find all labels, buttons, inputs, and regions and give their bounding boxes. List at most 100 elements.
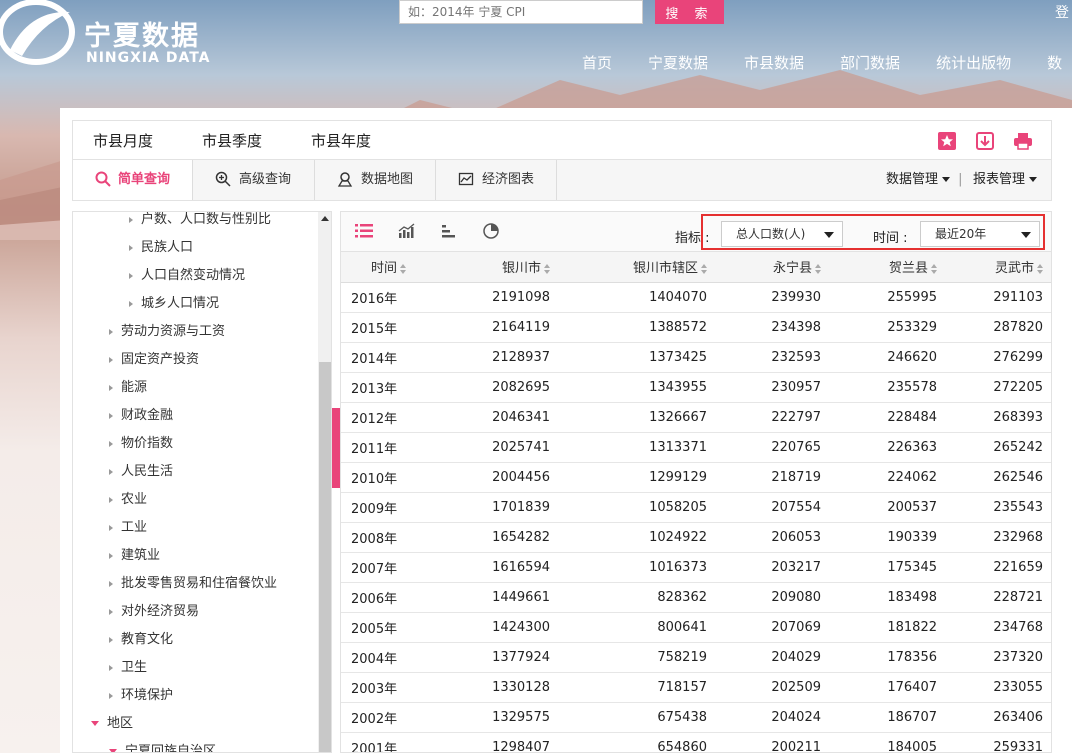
tree-item[interactable]: 农业 [109,488,147,507]
tree-item[interactable]: 固定资产投资 [109,348,199,367]
caret-down-icon [91,721,99,726]
value-cell: 1024922 [558,522,715,553]
tree-item[interactable]: 劳动力资源与工资 [109,320,225,339]
value-cell: 218719 [715,462,829,493]
report-management-dropdown[interactable]: 报表管理 [973,160,1038,200]
table-row: 2005年 1424300 800641 207069 181822 234768 [341,612,1051,643]
sort-icon[interactable] [1037,263,1043,274]
tree-item[interactable]: 宁夏回族自治区 [109,740,217,753]
sort-icon[interactable] [701,263,707,274]
site-logo[interactable]: 宁夏数据 NINGXIA DATA [0,0,230,70]
tree-item[interactable]: 建筑业 [109,544,160,563]
value-cell: 234398 [715,312,829,343]
value-cell: 1058205 [558,492,715,523]
tree-item[interactable]: 物价指数 [109,432,173,451]
login-link[interactable]: 登 [1055,2,1069,22]
column-header-label: 时间 [371,261,398,277]
value-cell: 200537 [829,492,945,523]
data-management-dropdown[interactable]: 数据管理 | [886,160,967,200]
scroll-up-arrow-icon[interactable] [321,216,329,221]
tree-item[interactable]: 财政金融 [109,404,173,423]
value-cell: 190339 [829,522,945,553]
column-header[interactable]: 贺兰县 [829,252,945,283]
sort-icon[interactable] [931,263,937,274]
simple-query-button[interactable]: 简单查询 [73,160,193,200]
column-header[interactable]: 银川市辖区 [558,252,715,283]
tree-item[interactable]: 工业 [109,516,147,535]
value-cell: 272205 [945,372,1051,403]
tree-item[interactable]: 教育文化 [109,628,173,647]
tree-item[interactable]: 地区 [91,712,133,731]
nav-ningxia-data[interactable]: 宁夏数据 [648,52,708,73]
tree-item-label: 人民生活 [121,464,174,479]
tree-item[interactable]: 人民生活 [109,460,173,479]
tree-item[interactable]: 户数、人口数与性别比 [129,212,271,227]
column-header[interactable]: 灵武市 [945,252,1051,283]
value-cell: 758219 [558,642,715,673]
main-panel: 市县月度 市县季度 市县年度 简单查询 高级查询 数据地图 经济图表 数据管理 … [60,108,1072,753]
table-row: 2010年 2004456 1299129 218719 224062 262546 [341,462,1051,493]
time-value: 最近20年 [935,227,987,241]
line-chart-icon[interactable] [398,223,416,239]
tree-item[interactable]: 能源 [109,376,147,395]
tree-item[interactable]: 对外经济贸易 [109,600,199,619]
economic-charts-button[interactable]: 经济图表 [436,160,557,200]
data-map-label: 数据地图 [361,172,414,187]
value-cell: 1404070 [558,282,715,313]
nav-city-county-data[interactable]: 市县数据 [744,52,804,73]
caret-right-icon [109,552,113,559]
search-button[interactable]: 搜 索 [655,0,724,24]
tree-item[interactable]: 人口自然变动情况 [129,264,245,283]
bar-chart-icon[interactable] [441,223,457,239]
column-header[interactable]: 银川市 [441,252,558,283]
pie-chart-icon[interactable] [483,223,499,239]
value-cell: 235578 [829,372,945,403]
indicator-select[interactable]: 总人口数(人) [721,221,843,247]
sidebar-scrollbar[interactable] [318,212,331,752]
tree-item-label: 农业 [121,492,148,507]
year-cell: 2001年 [341,732,441,752]
nav-more[interactable]: 数 [1047,52,1062,73]
tree-item[interactable]: 城乡人口情况 [129,292,219,311]
search-input[interactable] [399,0,643,24]
table-row: 2001年 1298407 654860 200211 184005 259331 [341,732,1051,752]
tree-item[interactable]: 卫生 [109,656,147,675]
value-cell: 2128937 [441,342,558,373]
tree-item[interactable]: 批发零售贸易和住宿餐饮业 [109,572,277,591]
caret-right-icon [109,664,113,671]
tree-item-label: 宁夏回族自治区 [125,744,217,753]
value-cell: 206053 [715,522,829,553]
value-cell: 176407 [829,672,945,703]
caret-right-icon [129,216,133,223]
value-cell: 235543 [945,492,1051,523]
tree-item-label: 劳动力资源与工资 [121,324,226,339]
value-cell: 1373425 [558,342,715,373]
column-header[interactable]: 时间 [341,252,441,283]
value-cell: 237320 [945,642,1051,673]
nav-publications[interactable]: 统计出版物 [936,52,1011,73]
tree-item[interactable]: 环境保护 [109,684,173,703]
print-icon[interactable] [1013,131,1033,151]
year-cell: 2013年 [341,372,441,403]
time-select[interactable]: 最近20年 [920,221,1040,247]
sort-icon[interactable] [815,263,821,274]
value-cell: 2082695 [441,372,558,403]
table-row: 2003年 1330128 718157 202509 176407 233055 [341,672,1051,703]
favorite-star-icon[interactable] [937,131,957,151]
data-map-button[interactable]: 数据地图 [315,160,436,200]
sort-icon[interactable] [400,263,407,274]
sort-icon[interactable] [544,263,550,274]
nav-home[interactable]: 首页 [582,52,612,73]
column-header[interactable]: 永宁县 [715,252,829,283]
value-cell: 181822 [829,612,945,643]
sidebar-collapse-handle[interactable] [332,408,340,488]
table-view-icon[interactable] [355,223,373,239]
scrollbar-thumb[interactable] [319,362,331,752]
advanced-query-button[interactable]: 高级查询 [193,160,315,200]
top-navigation: 首页 宁夏数据 市县数据 部门数据 统计出版物 数 [582,52,1072,73]
nav-department-data[interactable]: 部门数据 [840,52,900,73]
value-cell: 268393 [945,402,1051,433]
tree-item[interactable]: 民族人口 [129,236,193,255]
logo-subtitle: NINGXIA DATA [86,50,211,66]
download-icon[interactable] [975,131,995,151]
